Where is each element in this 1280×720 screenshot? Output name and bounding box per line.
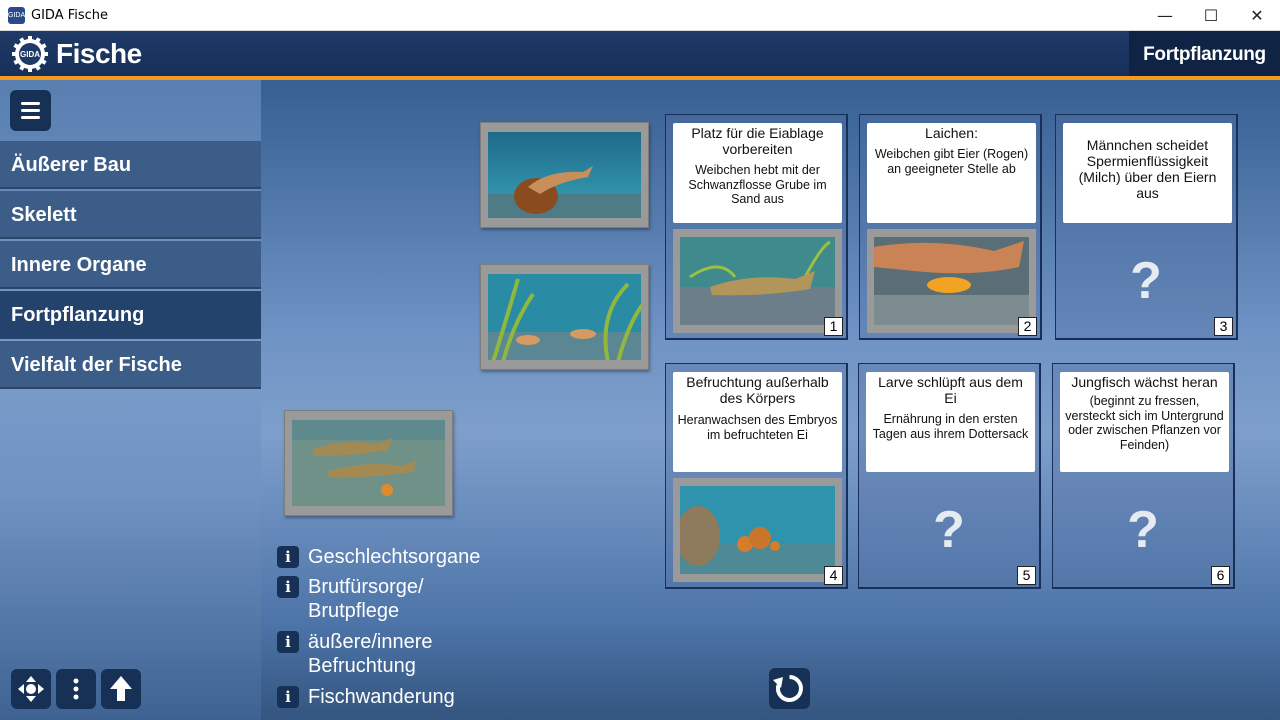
navigation-cross-button[interactable] xyxy=(11,669,51,709)
info-link-label: äußere/innere Befruchtung xyxy=(308,631,433,677)
more-vertical-icon xyxy=(73,678,79,700)
sidebar-item-skelett[interactable]: Skelett xyxy=(0,191,261,239)
app-title: Fische xyxy=(56,38,142,69)
slot-number: 5 xyxy=(1017,566,1036,585)
slot-title: Befruchtung außerhalb des Körpers xyxy=(686,374,829,406)
slot-card: Platz für die Eiablage vorbereiten Weibc… xyxy=(673,123,842,223)
slot-description: Ernährung in den ersten Tagen aus ihrem … xyxy=(872,412,1029,441)
section-title: Fortpflanzung xyxy=(1143,44,1266,65)
sidebar-item-innere-organe[interactable]: Innere Organe xyxy=(0,241,261,289)
placed-image[interactable] xyxy=(867,229,1036,333)
info-icon: i xyxy=(277,686,299,708)
slot-title: Männchen scheidet Spermienflüssigkeit (M… xyxy=(1078,137,1217,201)
placed-image[interactable] xyxy=(673,478,842,582)
navigation-cross-icon xyxy=(18,676,44,702)
window-title: GIDA Fische xyxy=(31,8,109,23)
hamburger-icon-line xyxy=(21,109,40,112)
close-button[interactable]: ✕ xyxy=(1234,0,1280,31)
window-titlebar: GIDA GIDA Fische — ☐ ✕ xyxy=(0,0,1280,31)
maximize-button[interactable]: ☐ xyxy=(1188,0,1234,31)
menu-button[interactable] xyxy=(10,90,51,131)
info-icon: i xyxy=(277,576,299,598)
image-larvae-hatching[interactable] xyxy=(284,410,453,516)
slot-5[interactable]: Larve schlüpft aus dem Ei Ernährung in d… xyxy=(858,363,1041,589)
sidebar-item-label: Innere Organe xyxy=(11,254,147,276)
info-link-label: Brutfürsorge/ Brutpflege xyxy=(308,576,424,622)
slot-number: 2 xyxy=(1018,317,1037,336)
slot-title: Larve schlüpft aus dem Ei xyxy=(878,374,1023,406)
slot-card: Laichen: Weibchen gibt Eier (Rogen) an g… xyxy=(867,123,1036,223)
slot-1[interactable]: Platz für die Eiablage vorbereiten Weibc… xyxy=(665,114,848,340)
gida-gear-logo: GIDA xyxy=(12,36,48,72)
info-link-label: Geschlechtsorgane xyxy=(308,546,481,568)
more-options-button[interactable] xyxy=(56,669,96,709)
app-header xyxy=(0,31,1280,76)
slot-number: 3 xyxy=(1214,317,1233,336)
slot-2[interactable]: Laichen: Weibchen gibt Eier (Rogen) an g… xyxy=(859,114,1042,340)
question-mark-placeholder: ? xyxy=(1127,501,1159,559)
sidebar-item-vielfalt-der-fische[interactable]: Vielfalt der Fische xyxy=(0,341,261,389)
info-link-label: Fischwanderung xyxy=(308,686,455,708)
sidebar-item-fortpflanzung[interactable]: Fortpflanzung xyxy=(0,291,261,339)
slot-number: 1 xyxy=(824,317,843,336)
section-title-box: Fortpflanzung xyxy=(1129,31,1280,76)
image-young-fish-plants[interactable] xyxy=(480,264,649,370)
hamburger-icon xyxy=(21,102,40,105)
slot-description: Heranwachsen des Embryos im befruchteten… xyxy=(677,413,838,442)
scene-trout-over-gravel xyxy=(680,237,835,325)
sidebar-item-aeusserer-bau[interactable]: Äußerer Bau xyxy=(0,141,261,189)
slot-card: Jungfisch wächst heran (beginnt zu fress… xyxy=(1060,372,1229,472)
slot-description: Weibchen gibt Eier (Rogen) an geeigneter… xyxy=(874,147,1029,176)
scene-fish-laying-eggs xyxy=(874,237,1029,325)
slot-4[interactable]: Befruchtung außerhalb des Körpers Heranw… xyxy=(665,363,848,589)
placed-image[interactable] xyxy=(673,229,842,333)
slot-description: Weibchen hebt mit der Schwanzflosse Grub… xyxy=(688,163,827,206)
slot-title: Platz für die Eiablage vorbereiten xyxy=(691,125,824,157)
sidebar-item-label: Äußerer Bau xyxy=(11,154,132,176)
reset-button[interactable] xyxy=(769,668,810,709)
scene-fish-fin-over-rock xyxy=(488,132,641,218)
question-mark-placeholder: ? xyxy=(933,501,965,559)
sidebar-item-label: Fortpflanzung xyxy=(11,304,145,326)
image-male-spawning[interactable] xyxy=(480,122,649,228)
hamburger-icon-line xyxy=(21,116,40,119)
slot-description: (beginnt zu fressen, versteckt sich im U… xyxy=(1065,394,1224,452)
slot-number: 4 xyxy=(824,566,843,585)
sidebar-item-label: Skelett xyxy=(11,204,77,226)
arrow-up-icon xyxy=(110,676,132,701)
slot-6[interactable]: Jungfisch wächst heran (beginnt zu fress… xyxy=(1052,363,1235,589)
minimize-button[interactable]: — xyxy=(1142,0,1188,31)
reset-icon xyxy=(773,675,803,702)
question-mark-placeholder: ? xyxy=(1130,252,1162,310)
slot-card: Befruchtung außerhalb des Körpers Heranw… xyxy=(673,372,842,472)
slot-card: Larve schlüpft aus dem Ei Ernährung in d… xyxy=(866,372,1035,472)
sidebar-item-label: Vielfalt der Fische xyxy=(11,354,182,376)
info-icon: i xyxy=(277,546,299,568)
slot-3[interactable]: Männchen scheidet Spermienflüssigkeit (M… xyxy=(1055,114,1238,340)
slot-number: 6 xyxy=(1211,566,1230,585)
slot-title: Laichen: xyxy=(925,125,978,141)
slot-title: Jungfisch wächst heran xyxy=(1071,374,1218,390)
scene-two-fish-over-gravel xyxy=(292,420,445,506)
gida-app-icon: GIDA xyxy=(8,7,25,24)
scene-fertilized-eggs xyxy=(680,486,835,574)
scroll-up-button[interactable] xyxy=(101,669,141,709)
info-icon: i xyxy=(277,631,299,653)
scene-small-fish-among-plants xyxy=(488,274,641,360)
slot-card: Männchen scheidet Spermienflüssigkeit (M… xyxy=(1063,123,1232,223)
svg-text:GIDA: GIDA xyxy=(20,50,40,59)
